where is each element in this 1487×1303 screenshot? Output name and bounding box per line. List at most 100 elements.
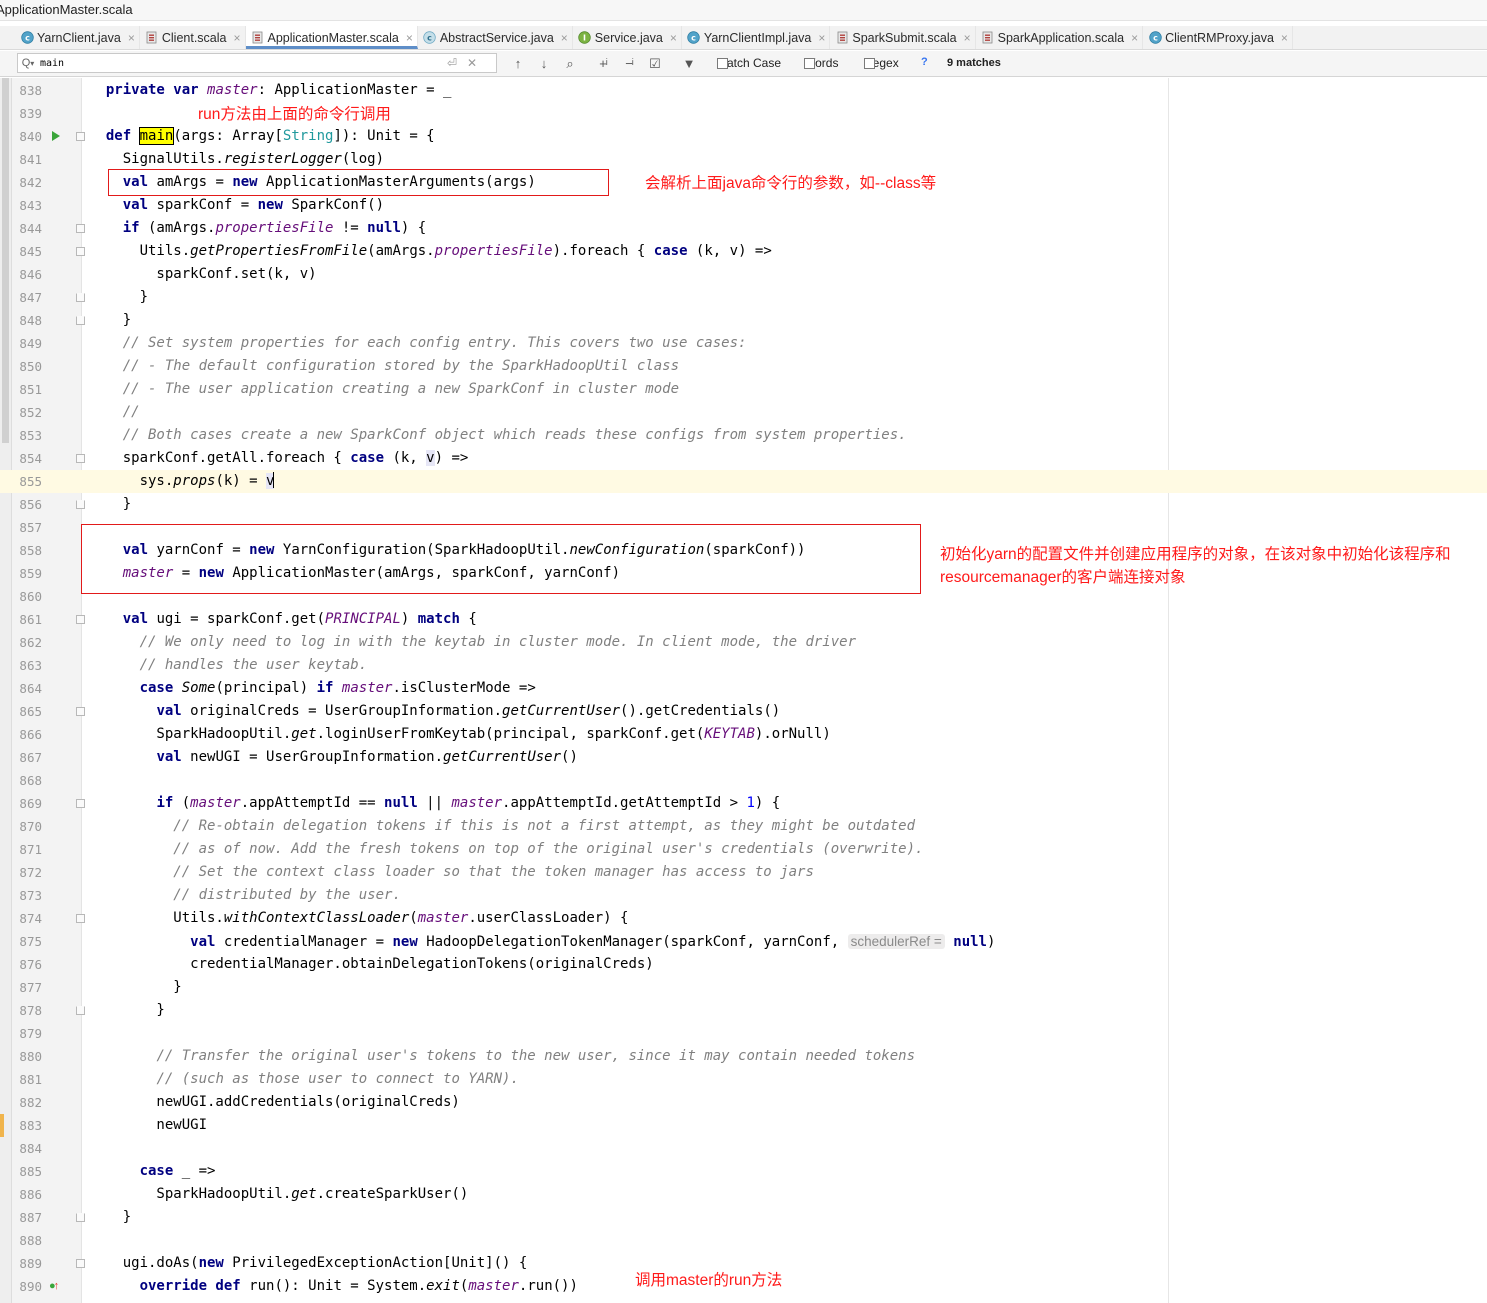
close-tab-icon[interactable]: ×	[406, 31, 413, 45]
code-line[interactable]: 880 // Transfer the original user's toke…	[0, 1045, 1487, 1068]
code-line[interactable]: 851 // - The user application creating a…	[0, 378, 1487, 401]
match-case-checkbox[interactable]: Match Case	[717, 56, 781, 70]
code-line[interactable]: 866 SparkHadoopUtil.get.loginUserFromKey…	[0, 723, 1487, 746]
fold-end-icon[interactable]	[76, 316, 85, 325]
fold-toggle-icon[interactable]	[76, 615, 85, 624]
code-text[interactable]: }	[89, 999, 164, 1022]
code-line[interactable]: 870 // Re-obtain delegation tokens if th…	[0, 815, 1487, 838]
fold-toggle-icon[interactable]	[76, 707, 85, 716]
code-text[interactable]: val credentialManager = new HadoopDelega…	[89, 930, 995, 954]
code-text[interactable]: sparkConf.getAll.foreach { case (k, v) =…	[89, 447, 468, 470]
code-text[interactable]: newUGI.addCredentials(originalCreds)	[89, 1091, 459, 1114]
code-line[interactable]: 856 }	[0, 493, 1487, 516]
code-text[interactable]: // Set system properties for each config…	[89, 332, 747, 355]
fold-toggle-icon[interactable]	[76, 1259, 85, 1268]
words-box[interactable]	[804, 57, 815, 69]
code-text[interactable]: def main(args: Array[String]): Unit = {	[89, 125, 435, 148]
clear-search-icon[interactable]: ✕	[462, 56, 482, 70]
code-text[interactable]: SparkHadoopUtil.get.createSparkUser()	[89, 1183, 468, 1206]
code-text[interactable]: // Set the context class loader so that …	[89, 861, 814, 884]
code-text[interactable]: }	[89, 309, 131, 332]
previous-occurrence-icon[interactable]: ↑	[508, 55, 528, 73]
code-text[interactable]: // - The user application creating a new…	[89, 378, 679, 401]
code-text[interactable]: //	[89, 401, 140, 424]
code-line[interactable]: 873 // distributed by the user.	[0, 884, 1487, 907]
code-text[interactable]: // We only need to log in with the keyta…	[89, 631, 856, 654]
fold-toggle-icon[interactable]	[76, 224, 85, 233]
code-line[interactable]: 848 }	[0, 309, 1487, 332]
code-line[interactable]: 868	[0, 769, 1487, 792]
search-history-icon[interactable]: Q▾	[18, 57, 38, 69]
fold-toggle-icon[interactable]	[76, 454, 85, 463]
code-line[interactable]: 867 val newUGI = UserGroupInformation.ge…	[0, 746, 1487, 769]
code-line[interactable]: 844 if (amArgs.propertiesFile != null) {	[0, 217, 1487, 240]
tab-yarnclientimpl-java[interactable]: c YarnClientImpl.java ×	[682, 26, 831, 49]
code-line[interactable]: 840 def main(args: Array[String]): Unit …	[0, 125, 1487, 148]
code-line[interactable]: 850 // - The default configuration store…	[0, 355, 1487, 378]
code-line[interactable]: 838 private var master: ApplicationMaste…	[0, 79, 1487, 102]
code-text[interactable]: Utils.getPropertiesFromFile(amArgs.prope…	[89, 240, 772, 263]
close-tab-icon[interactable]: ×	[670, 31, 677, 45]
code-line[interactable]: 874 Utils.withContextClassLoader(master.…	[0, 907, 1487, 930]
tab-service-java[interactable]: I Service.java ×	[573, 26, 682, 49]
code-text[interactable]: }	[89, 493, 131, 516]
code-line[interactable]: 864 case Some(principal) if master.isClu…	[0, 677, 1487, 700]
search-input[interactable]	[38, 55, 442, 71]
code-line[interactable]: 872 // Set the context class loader so t…	[0, 861, 1487, 884]
code-text[interactable]: }	[89, 976, 181, 999]
code-text[interactable]: // Both cases create a new SparkConf obj…	[89, 424, 907, 447]
code-line[interactable]: 887 }	[0, 1206, 1487, 1229]
code-text[interactable]: // - The default configuration stored by…	[89, 355, 679, 378]
code-text[interactable]: case Some(principal) if master.isCluster…	[89, 677, 536, 700]
regex-box[interactable]	[864, 57, 875, 69]
code-line[interactable]: 843 val sparkConf = new SparkConf()	[0, 194, 1487, 217]
code-text[interactable]: val originalCreds = UserGroupInformation…	[89, 700, 780, 723]
code-text[interactable]: // Transfer the original user's tokens t…	[89, 1045, 915, 1068]
code-line[interactable]: 855 sys.props(k) = v	[0, 470, 1487, 493]
code-line[interactable]: 854 sparkConf.getAll.foreach { case (k, …	[0, 447, 1487, 470]
code-line[interactable]: 841 SignalUtils.registerLogger(log)	[0, 148, 1487, 171]
code-editor[interactable]: 838 private var master: ApplicationMaste…	[0, 78, 1487, 1303]
code-line[interactable]: 885 case _ =>	[0, 1160, 1487, 1183]
code-text[interactable]: if (master.appAttemptId == null || maste…	[89, 792, 780, 815]
code-line[interactable]: 878 }	[0, 999, 1487, 1022]
find-all-icon[interactable]: ⌕	[560, 55, 580, 73]
add-selection-icon[interactable]: +ͥ	[593, 55, 613, 73]
close-tab-icon[interactable]: ×	[1281, 31, 1288, 45]
code-line[interactable]: 853 // Both cases create a new SparkConf…	[0, 424, 1487, 447]
code-line[interactable]: 847 }	[0, 286, 1487, 309]
close-tab-icon[interactable]: ×	[964, 31, 971, 45]
fold-toggle-icon[interactable]	[76, 132, 85, 141]
tab-sparksubmit-scala[interactable]: SparkSubmit.scala ×	[830, 26, 976, 49]
code-line[interactable]: 884	[0, 1137, 1487, 1160]
code-line[interactable]: 852 //	[0, 401, 1487, 424]
code-text[interactable]: }	[89, 1206, 131, 1229]
close-tab-icon[interactable]: ×	[561, 31, 568, 45]
tab-applicationmaster-scala[interactable]: ApplicationMaster.scala ×	[245, 26, 418, 49]
code-line[interactable]: 882 newUGI.addCredentials(originalCreds)	[0, 1091, 1487, 1114]
tab-client-scala[interactable]: Client.scala ×	[140, 26, 246, 49]
tab-abstractservice-java[interactable]: c AbstractService.java ×	[418, 26, 573, 49]
code-line[interactable]: 875 val credentialManager = new HadoopDe…	[0, 930, 1487, 953]
fold-toggle-icon[interactable]	[76, 914, 85, 923]
code-text[interactable]: newUGI	[89, 1114, 207, 1137]
run-main-icon[interactable]	[52, 131, 60, 141]
close-tab-icon[interactable]: ×	[1131, 31, 1138, 45]
code-text[interactable]: Utils.withContextClassLoader(master.user…	[89, 907, 628, 930]
code-text[interactable]: // distributed by the user.	[89, 884, 401, 907]
close-tab-icon[interactable]: ×	[233, 31, 240, 45]
code-line[interactable]: 877 }	[0, 976, 1487, 999]
code-line[interactable]: 863 // handles the user keytab.	[0, 654, 1487, 677]
code-line[interactable]: 861 val ugi = sparkConf.get(PRINCIPAL) m…	[0, 608, 1487, 631]
words-checkbox[interactable]: Words	[804, 56, 838, 70]
code-line[interactable]: 871 // as of now. Add the fresh tokens o…	[0, 838, 1487, 861]
code-line[interactable]: 862 // We only need to log in with the k…	[0, 631, 1487, 654]
code-text[interactable]: credentialManager.obtainDelegationTokens…	[89, 953, 654, 976]
fold-end-icon[interactable]	[76, 293, 85, 302]
code-text[interactable]: // Re-obtain delegation tokens if this i…	[89, 815, 915, 838]
select-all-occurrences-icon[interactable]: ☑	[645, 55, 665, 73]
close-tab-icon[interactable]: ×	[818, 31, 825, 45]
regex-help-link[interactable]: ?	[921, 56, 928, 68]
code-line[interactable]: 881 // (such as those user to connect to…	[0, 1068, 1487, 1091]
fold-end-icon[interactable]	[76, 1006, 85, 1015]
